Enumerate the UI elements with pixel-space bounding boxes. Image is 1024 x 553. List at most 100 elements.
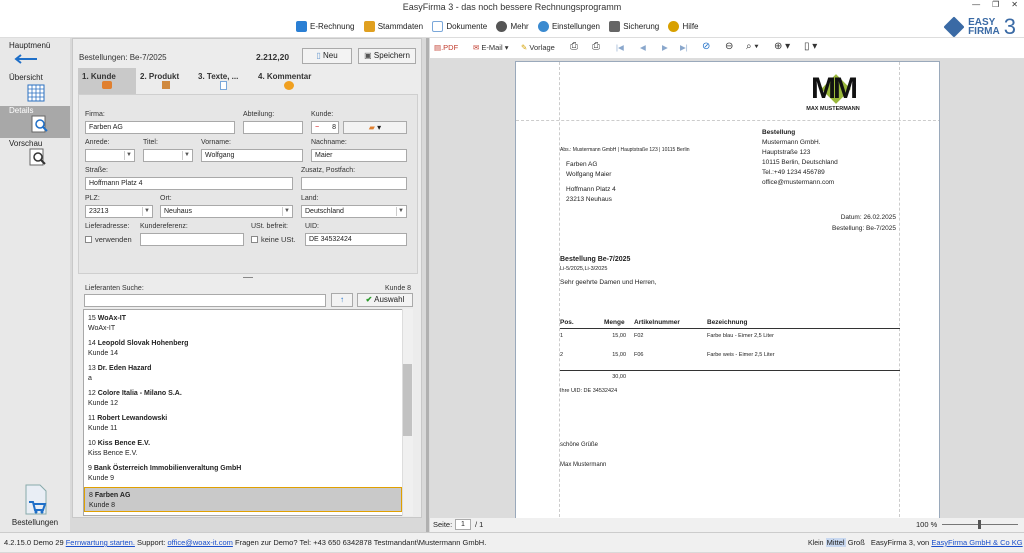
nachname-input[interactable]: Maier [311,149,407,162]
keine-ust-checkbox[interactable]: keine USt. [251,235,296,244]
panel-splitter[interactable] [426,38,429,532]
nav-uebersicht[interactable]: Übersicht [0,73,70,105]
by-label: EasyFirma 3, von [870,538,930,547]
menu-dokumente[interactable]: Dokumente [432,21,487,32]
tab-kunde[interactable]: 1. Kunde [78,68,136,94]
list-item-selected[interactable]: 8 Farben AG Kunde 8 [84,487,402,512]
size-large-button[interactable]: Groß [848,538,865,547]
settings-icon [537,21,549,32]
save-button[interactable]: ▣ Speichern [358,48,416,64]
document-heading: Bestellung Be-7/2025 [560,256,631,263]
maintenance-link[interactable]: Fernwartung starten. [66,538,135,547]
list-item[interactable]: 13 Dr. Eden Hazard a [84,361,402,386]
sort-up-button[interactable]: ↑ [331,293,353,307]
customer-picker-icon: ▰ [368,123,375,132]
tab-produkt[interactable]: 2. Produkt [136,68,194,94]
minimize-button[interactable]: — [972,0,980,14]
list-item[interactable]: 11 Robert Lewandowski Kunde 11 [84,411,402,436]
zoom-level: 100 % [916,520,938,529]
land-select[interactable]: Deutschland ▼ [301,205,407,218]
recipient-line: Wolfgang Maier [566,171,612,178]
kunde-count: Kunde 8 [385,285,412,292]
next-page-icon[interactable]: ▶ [662,43,668,52]
menu-stammdaten[interactable]: Stammdaten [363,21,423,32]
email-button[interactable]: ✉ E-Mail ▾ [473,43,509,52]
menu-sicherung[interactable]: Sicherung [609,21,659,32]
menu-e-rechnung[interactable]: E-Rechnung [296,21,354,32]
scrollbar-thumb[interactable] [403,364,412,436]
page-setup-icon[interactable]: ▯ ▾ [804,41,817,52]
tab-texte[interactable]: 3. Texte, ... [194,68,252,94]
minus-icon: − [315,124,320,131]
first-page-icon[interactable]: |◀ [616,43,624,52]
search-input[interactable] [84,294,326,307]
splitter-handle[interactable] [243,277,253,278]
app-logo: EASY FIRMA 3 [943,14,1016,40]
pdf-export-button[interactable]: ▤.PDF [434,43,458,52]
support-email-link[interactable]: office@woax-it.com [167,538,232,547]
company-link[interactable]: EasyFirma GmbH & Co KG [931,538,1022,547]
zoom-icon[interactable]: ⌕ ▾ [746,41,759,52]
print-icon[interactable]: ⎙ [592,41,600,52]
menu-mehr[interactable]: Mehr [496,21,529,32]
table-cell: 15,00 [612,333,626,339]
menu-hilfe[interactable]: Hilfe [668,21,699,32]
zoom-in-icon[interactable]: ⊕ ▾ [774,41,790,52]
print-settings-icon[interactable]: ⎙ [570,41,578,52]
page-label: Seite: [433,520,453,529]
list-item[interactable]: 9 Bank Österreich Immobilienveraltung Gm… [84,461,402,486]
tab-kommentar[interactable]: 4. Kommentar [254,68,324,94]
search-label: Lieferanten Suche: [85,285,144,292]
kundenreferenz-input[interactable] [140,233,244,246]
table-header: Menge [604,319,625,326]
titel-select[interactable]: ▼ [143,149,193,162]
nav-bestellungen[interactable]: Bestellungen [0,484,70,530]
strasse-input[interactable]: Hoffmann Platz 4 [85,177,293,190]
verwenden-checkbox[interactable]: verwenden [85,235,132,244]
list-item[interactable]: 10 Kiss Bence E.V. Kiss Bence E.V. [84,436,402,461]
document-total: 2.212,20 [256,52,290,62]
uid-input[interactable]: DE 34532424 [305,233,407,246]
recipient-line: 23213 Neuhaus [566,196,612,203]
customer-picker-button[interactable]: ▰ ▾ [343,121,407,134]
window-titlebar: EasyFirma 3 - das noch bessere Rechnungs… [0,0,1024,16]
zoom-slider-handle[interactable] [978,520,981,529]
new-doc-icon: ▯ [316,51,323,60]
document-order-number: Bestellung: Be-7/2025 [832,225,896,232]
anrede-select[interactable]: ▼ [85,149,135,162]
list-item[interactable]: 15 WoAx-IT WoAx-IT [84,311,402,336]
size-small-button[interactable]: Klein [808,540,824,547]
new-button[interactable]: ▯ Neu [302,48,352,64]
vorname-input[interactable]: Wolfgang [201,149,303,162]
compass-icon[interactable]: ⊘ [702,41,710,52]
page-number-input[interactable]: 1 [455,519,471,530]
abteilung-input[interactable] [243,121,303,134]
recipient-line: Hoffmann Platz 4 [566,186,616,193]
checkbox-icon [251,236,258,243]
ort-select[interactable]: Neuhaus ▼ [160,205,293,218]
label-firma: Firma: [85,111,105,118]
nav-details[interactable]: Details [0,106,70,138]
zoom-out-icon[interactable]: ⊖ [725,41,733,52]
nav-hauptmenue[interactable]: Hauptmenü [0,41,70,71]
nav-vorschau[interactable]: Vorschau [0,139,70,171]
company-logo: MM MAX MUSTERMANN [806,72,860,112]
close-button[interactable]: ✕ [1011,0,1018,14]
menu-einstellungen[interactable]: Einstellungen [537,21,600,32]
label-land: Land: [301,195,319,202]
previous-page-icon[interactable]: ◀ [640,43,646,52]
last-page-icon[interactable]: ▶| [680,43,688,52]
list-item[interactable]: 14 Leopold Slovak Hohenberg Kunde 14 [84,336,402,361]
uid-line: Ihre UID: DE 34532424 [560,388,618,394]
select-button[interactable]: ✔ Auswahl [357,293,413,307]
plz-select[interactable]: 23213 ▼ [85,205,153,218]
restore-button[interactable]: ❐ [992,0,999,14]
firma-input[interactable]: Farben AG [85,121,235,134]
label-ust-befreit: USt. befreit: [251,223,288,230]
size-medium-button[interactable]: Mittel [825,538,846,547]
zusatz-input[interactable] [301,177,407,190]
list-item[interactable]: 12 Colore Italia - Milano S.A. Kunde 12 [84,386,402,411]
template-button[interactable]: ✎ Vorlage [521,43,555,52]
product-tab-icon [162,81,170,89]
page-count: / 1 [475,520,484,529]
